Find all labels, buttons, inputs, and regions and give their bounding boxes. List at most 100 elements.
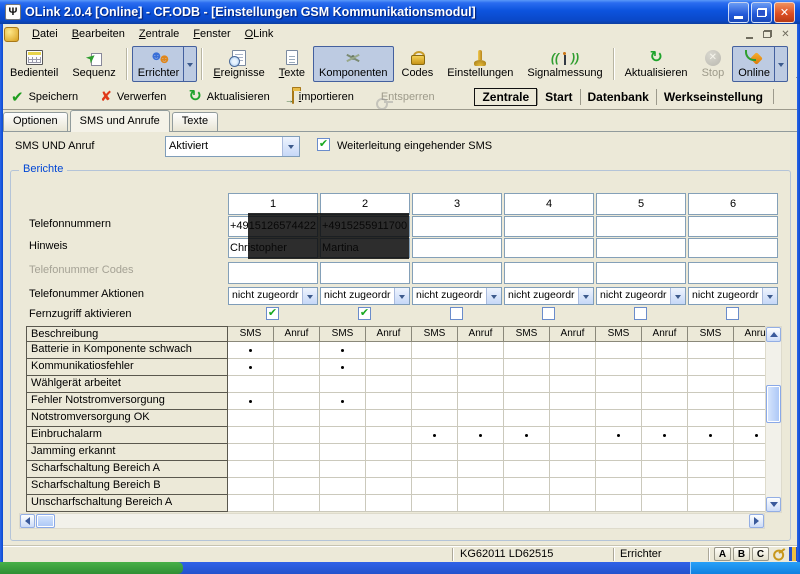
matrix-cell-5-3[interactable] xyxy=(320,410,366,427)
matrix-cell-4-3[interactable] xyxy=(320,393,366,410)
hinweis-cell-5[interactable] xyxy=(596,238,686,258)
matrix-cell-6-9[interactable] xyxy=(596,427,642,444)
matrix-cell-6-10[interactable] xyxy=(642,427,688,444)
matrix-cell-7-5[interactable] xyxy=(412,444,458,461)
telefonummer-aktionen-select-6[interactable]: nicht zugeordr xyxy=(688,287,778,305)
matrix-cell-6-2[interactable] xyxy=(274,427,320,444)
menu-item-olink[interactable]: OLink xyxy=(238,26,281,42)
matrix-cell-9-7[interactable] xyxy=(504,478,550,495)
telefonummer-codes-cell-1[interactable] xyxy=(228,262,318,284)
matrix-cell-4-8[interactable] xyxy=(550,393,596,410)
toolbar-button-speichern[interactable]: Speichern xyxy=(4,85,85,109)
matrix-cell-3-5[interactable] xyxy=(412,376,458,393)
matrix-cell-8-1[interactable] xyxy=(228,461,274,478)
matrix-cell-6-11[interactable] xyxy=(688,427,734,444)
child-minimize-button[interactable] xyxy=(741,27,758,42)
telefonummer-aktionen-select-3[interactable]: nicht zugeordr xyxy=(412,287,502,305)
dropdown-split-button[interactable] xyxy=(183,46,196,82)
dropdown-button[interactable] xyxy=(282,137,299,156)
matrix-cell-1-3[interactable] xyxy=(320,342,366,359)
matrix-cell-5-11[interactable] xyxy=(688,410,734,427)
matrix-cell-4-4[interactable] xyxy=(366,393,412,410)
matrix-cell-4-1[interactable] xyxy=(228,393,274,410)
matrix-cell-3-1[interactable] xyxy=(228,376,274,393)
matrix-cell-10-1[interactable] xyxy=(228,495,274,512)
matrix-cell-8-5[interactable] xyxy=(412,461,458,478)
matrix-cell-5-6[interactable] xyxy=(458,410,504,427)
dropdown-button[interactable] xyxy=(670,288,685,304)
matrix-cell-1-1[interactable] xyxy=(228,342,274,359)
matrix-cell-8-10[interactable] xyxy=(642,461,688,478)
telefonummer-aktionen-select-2[interactable]: nicht zugeordr xyxy=(320,287,410,305)
matrix-cell-9-6[interactable] xyxy=(458,478,504,495)
fernzugriff-checkbox-1[interactable]: ✔ xyxy=(266,307,279,320)
matrix-cell-5-7[interactable] xyxy=(504,410,550,427)
toolbar-button-sequenz[interactable]: Sequenz xyxy=(66,46,121,82)
matrix-cell-5-10[interactable] xyxy=(642,410,688,427)
matrix-cell-3-3[interactable] xyxy=(320,376,366,393)
matrix-cell-8-11[interactable] xyxy=(688,461,734,478)
matrix-cell-7-3[interactable] xyxy=(320,444,366,461)
telefonummer-aktionen-select-1[interactable]: nicht zugeordr xyxy=(228,287,318,305)
scroll-right-button[interactable] xyxy=(749,514,764,528)
matrix-cell-3-9[interactable] xyxy=(596,376,642,393)
matrix-cell-7-12[interactable] xyxy=(734,444,765,461)
matrix-cell-10-4[interactable] xyxy=(366,495,412,512)
matrix-cell-1-7[interactable] xyxy=(504,342,550,359)
matrix-cell-9-11[interactable] xyxy=(688,478,734,495)
tab-werkseinstellung[interactable]: Werkseinstellung xyxy=(656,89,770,105)
dropdown-button[interactable] xyxy=(486,288,501,304)
matrix-cell-2-6[interactable] xyxy=(458,359,504,376)
scroll-down-button[interactable] xyxy=(766,497,781,512)
telefonnummern-cell-6[interactable] xyxy=(688,216,778,237)
horizontal-scrollbar[interactable] xyxy=(19,513,765,529)
matrix-cell-1-2[interactable] xyxy=(274,342,320,359)
menu-item-bearbeiten[interactable]: Bearbeiten xyxy=(65,26,132,42)
vertical-scrollbar[interactable] xyxy=(765,326,782,513)
matrix-cell-8-4[interactable] xyxy=(366,461,412,478)
matrix-cell-8-12[interactable] xyxy=(734,461,765,478)
dropdown-split-button[interactable] xyxy=(774,46,787,82)
toolbar-button-bedienteil[interactable]: Bedienteil xyxy=(4,46,64,82)
matrix-cell-10-10[interactable] xyxy=(642,495,688,512)
telefonnummern-cell-3[interactable] xyxy=(412,216,502,237)
matrix-cell-1-12[interactable] xyxy=(734,342,765,359)
matrix-cell-10-7[interactable] xyxy=(504,495,550,512)
matrix-cell-10-8[interactable] xyxy=(550,495,596,512)
zone-button-c[interactable]: C xyxy=(752,547,769,561)
toolbar-button-codes[interactable]: Codes xyxy=(396,46,440,82)
toolbar-button-verwerfen[interactable]: Verwerfen xyxy=(93,85,173,108)
matrix-cell-9-4[interactable] xyxy=(366,478,412,495)
matrix-cell-8-9[interactable] xyxy=(596,461,642,478)
matrix-cell-9-5[interactable] xyxy=(412,478,458,495)
matrix-cell-7-2[interactable] xyxy=(274,444,320,461)
matrix-cell-8-7[interactable] xyxy=(504,461,550,478)
toolbar-button-online[interactable]: Online xyxy=(732,46,788,82)
telefonummer-aktionen-select-4[interactable]: nicht zugeordr xyxy=(504,287,594,305)
matrix-cell-4-10[interactable] xyxy=(642,393,688,410)
matrix-cell-10-3[interactable] xyxy=(320,495,366,512)
tab-sms-und-anrufe[interactable]: SMS und Anrufe xyxy=(70,110,170,132)
matrix-cell-7-11[interactable] xyxy=(688,444,734,461)
matrix-cell-3-7[interactable] xyxy=(504,376,550,393)
weiterleitung-checkbox[interactable]: ✔ xyxy=(317,138,330,151)
matrix-cell-5-5[interactable] xyxy=(412,410,458,427)
matrix-cell-7-6[interactable] xyxy=(458,444,504,461)
matrix-cell-6-6[interactable] xyxy=(458,427,504,444)
matrix-cell-9-3[interactable] xyxy=(320,478,366,495)
toolbar-button-ereignisse[interactable]: Ereignisse xyxy=(207,46,270,82)
matrix-cell-6-7[interactable] xyxy=(504,427,550,444)
toolbar-button-texte[interactable]: Texte xyxy=(273,46,311,82)
matrix-cell-7-1[interactable] xyxy=(228,444,274,461)
dropdown-button[interactable] xyxy=(394,288,409,304)
matrix-cell-6-12[interactable] xyxy=(734,427,765,444)
matrix-cell-8-2[interactable] xyxy=(274,461,320,478)
matrix-cell-4-2[interactable] xyxy=(274,393,320,410)
matrix-cell-3-12[interactable] xyxy=(734,376,765,393)
menu-item-zentrale[interactable]: Zentrale xyxy=(132,26,186,42)
dropdown-button[interactable] xyxy=(302,288,317,304)
fernzugriff-checkbox-6[interactable] xyxy=(726,307,739,320)
matrix-cell-7-7[interactable] xyxy=(504,444,550,461)
close-button[interactable]: ✕ xyxy=(774,2,795,23)
dropdown-button[interactable] xyxy=(578,288,593,304)
